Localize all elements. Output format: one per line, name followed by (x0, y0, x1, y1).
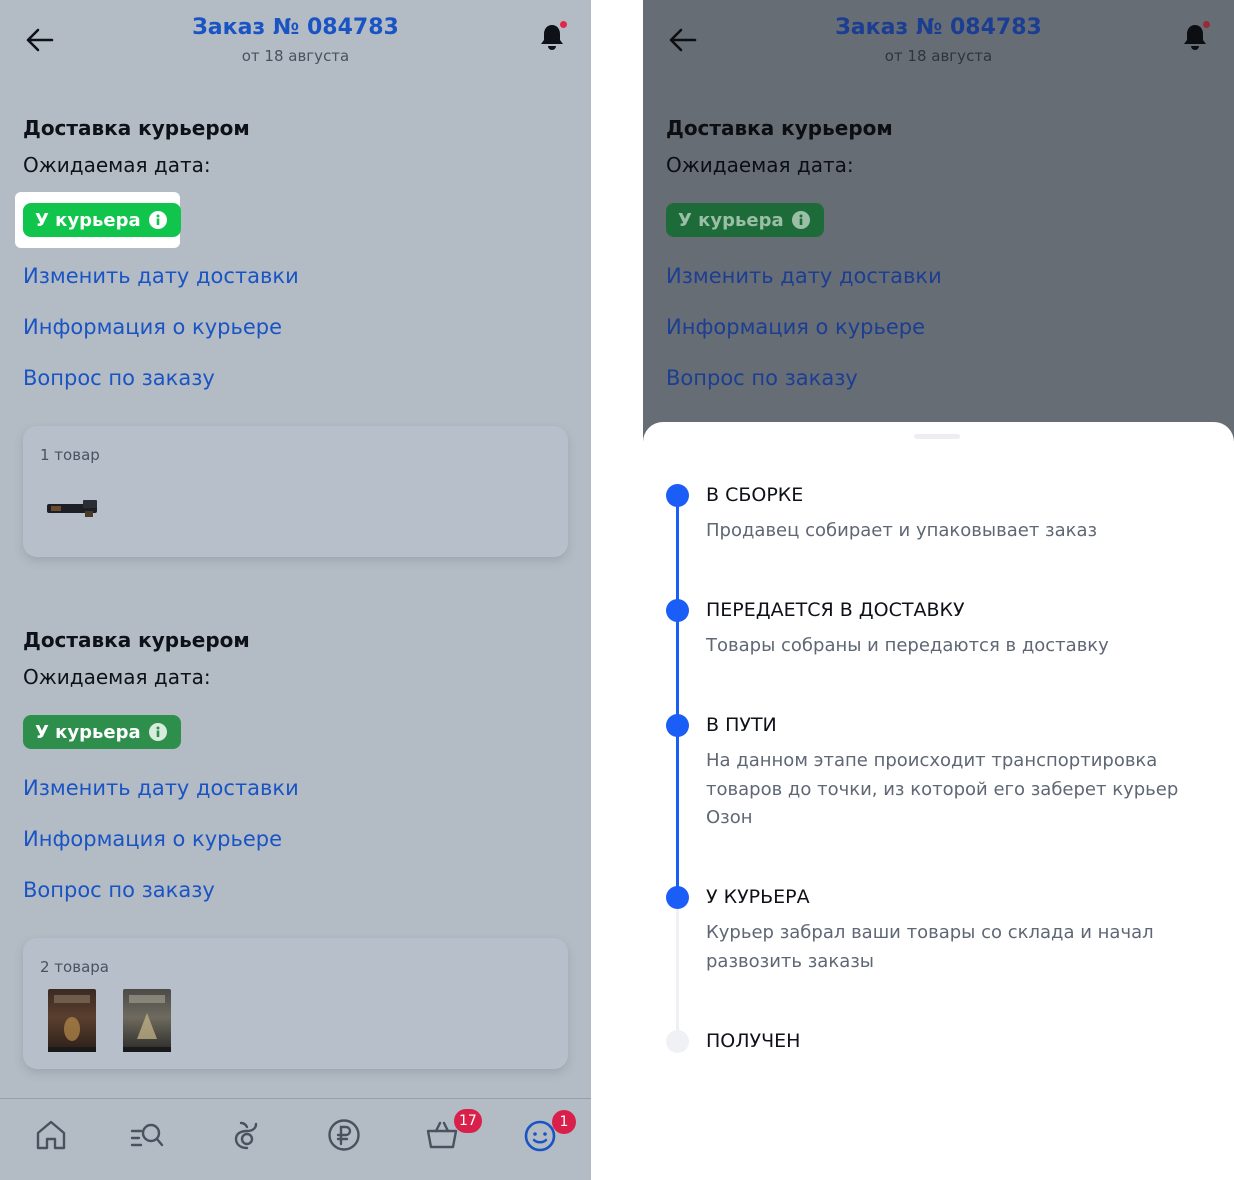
status-chip-label: У курьера (35, 721, 141, 743)
product-thumbnail[interactable] (45, 496, 99, 520)
order-question-link[interactable]: Вопрос по заказу (666, 366, 858, 390)
items-card[interactable]: 1 товар (23, 426, 568, 557)
order-question-link[interactable]: Вопрос по заказу (23, 366, 215, 390)
delivery-title: Доставка курьером (666, 116, 893, 140)
items-count: 1 товар (40, 446, 100, 464)
step-dot (666, 484, 689, 507)
status-bottom-sheet: В СБОРКЕ Продавец собирает и упаковывает… (643, 422, 1234, 1180)
change-delivery-date-link[interactable]: Изменить дату доставки (23, 776, 299, 800)
step-dot (666, 599, 689, 622)
status-chip[interactable]: У курьера (23, 715, 181, 749)
ruble-icon[interactable] (326, 1117, 362, 1153)
info-icon (148, 211, 167, 229)
bottom-tab-bar (0, 1098, 591, 1180)
delivery-title: Доставка курьером (23, 116, 250, 140)
notification-dot (560, 21, 567, 28)
info-icon (791, 211, 810, 229)
order-date: от 18 августа (241, 47, 350, 65)
order-title: Заказ № 084783 (192, 15, 399, 40)
order-screen: Заказ № 084783 от 18 августа Доставка ку… (0, 0, 591, 1180)
step-description: Курьер забрал ваши товары со склада и на… (706, 922, 1154, 972)
order-title: Заказ № 084783 (835, 15, 1042, 40)
status-chip[interactable]: У курьера (666, 203, 824, 237)
step-title: ПОЛУЧЕН (706, 1030, 801, 1052)
notification-dot (1203, 21, 1210, 28)
cart-badge: 17 (454, 1109, 482, 1133)
step-description: На данном этапе происходит транспортиров… (706, 750, 1179, 828)
courier-info-link[interactable]: Информация о курьере (666, 315, 925, 339)
home-icon[interactable] (33, 1117, 69, 1153)
order-date: от 18 августа (884, 47, 993, 65)
change-delivery-date-link[interactable]: Изменить дату доставки (23, 264, 299, 288)
notifications-bell-icon[interactable] (1178, 20, 1212, 56)
step-title: У КУРЬЕРА (706, 886, 810, 908)
delivery-title: Доставка курьером (23, 628, 250, 652)
step-title: ПЕРЕДАЕТСЯ В ДОСТАВКУ (706, 599, 965, 621)
step-dot (666, 886, 689, 909)
step-title: В СБОРКЕ (706, 484, 804, 506)
timeline-pending-line (676, 908, 679, 1042)
expected-date-label: Ожидаемая дата: (666, 153, 854, 177)
items-count: 2 товара (40, 958, 109, 976)
status-chip[interactable]: У курьера (23, 203, 181, 237)
status-chip-label: У курьера (35, 209, 141, 231)
expected-date-label: Ожидаемая дата: (23, 665, 211, 689)
notifications-bell-icon[interactable] (535, 20, 569, 56)
info-icon (148, 723, 167, 741)
order-question-link[interactable]: Вопрос по заказу (23, 878, 215, 902)
product-thumbnail[interactable] (123, 989, 171, 1052)
step-dot-pending (666, 1030, 689, 1053)
step-description: Товары собраны и передаются в доставку (706, 635, 1109, 656)
courier-info-link[interactable]: Информация о курьере (23, 827, 282, 851)
status-chip-label: У курьера (678, 209, 784, 231)
product-thumbnail[interactable] (48, 989, 96, 1052)
courier-info-link[interactable]: Информация о курьере (23, 315, 282, 339)
step-title: В ПУТИ (706, 714, 777, 736)
change-delivery-date-link[interactable]: Изменить дату доставки (666, 264, 942, 288)
step-description: Продавец собирает и упаковывает заказ (706, 520, 1098, 541)
items-card[interactable]: 2 товара (23, 938, 568, 1069)
sheet-grabber[interactable] (914, 434, 960, 439)
fresh-icon[interactable] (229, 1117, 265, 1153)
profile-badge: 1 (552, 1110, 576, 1134)
catalog-search-icon[interactable] (129, 1117, 165, 1153)
step-dot (666, 714, 689, 737)
expected-date-label: Ожидаемая дата: (23, 153, 211, 177)
